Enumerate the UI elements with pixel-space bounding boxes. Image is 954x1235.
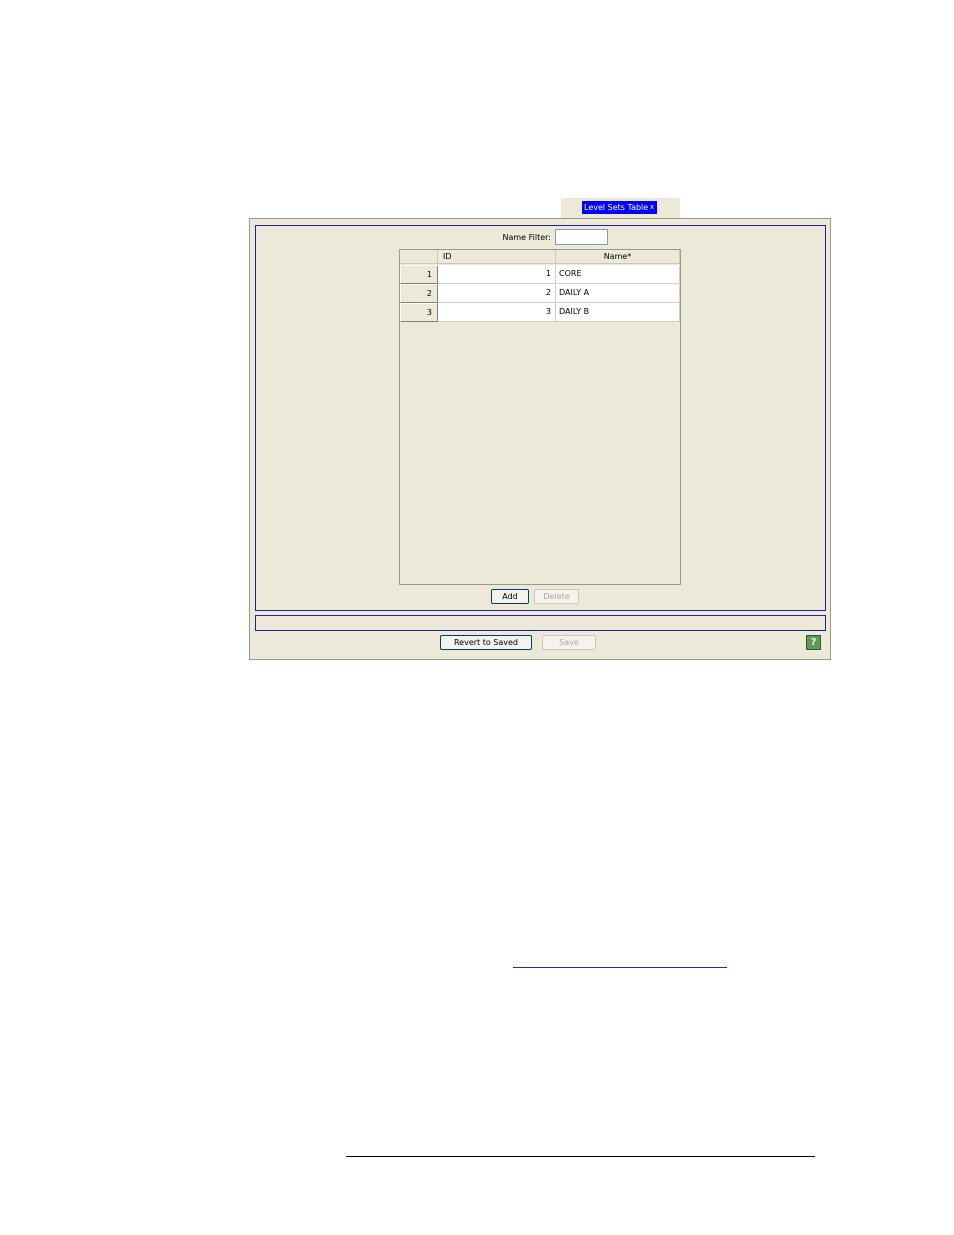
status-bar xyxy=(255,615,826,631)
row-header[interactable]: 3 xyxy=(400,303,438,322)
table-cell-name[interactable]: DAILY B xyxy=(556,303,680,322)
delete-button[interactable]: Delete xyxy=(534,589,579,604)
hyperlink-underline[interactable] xyxy=(513,967,727,968)
column-header-id[interactable]: ID xyxy=(438,250,556,264)
table-cell-name[interactable]: CORE xyxy=(556,265,680,284)
revert-to-saved-button[interactable]: Revert to Saved xyxy=(440,635,532,650)
table-cell-id[interactable]: 3 xyxy=(438,303,556,322)
row-header[interactable]: 2 xyxy=(400,284,438,303)
column-header-name[interactable]: Name* xyxy=(556,250,680,264)
tab-label: Level Sets Table xyxy=(584,203,649,212)
footer-rule xyxy=(346,1156,815,1157)
name-filter-label: Name Filter: xyxy=(502,233,551,242)
add-button[interactable]: Add xyxy=(491,589,529,604)
table-cell-name[interactable]: DAILY A xyxy=(556,284,680,303)
table-cell-id[interactable]: 1 xyxy=(438,265,556,284)
close-icon[interactable]: x xyxy=(650,201,654,214)
tab-level-sets-table[interactable]: Level Sets Table x xyxy=(582,201,657,214)
save-button[interactable]: Save xyxy=(542,635,596,650)
name-filter-input[interactable] xyxy=(555,229,608,245)
help-icon[interactable]: ? xyxy=(806,635,821,650)
row-header-corner xyxy=(400,250,438,264)
table-cell-id[interactable]: 2 xyxy=(438,284,556,303)
row-header[interactable]: 1 xyxy=(400,265,438,284)
